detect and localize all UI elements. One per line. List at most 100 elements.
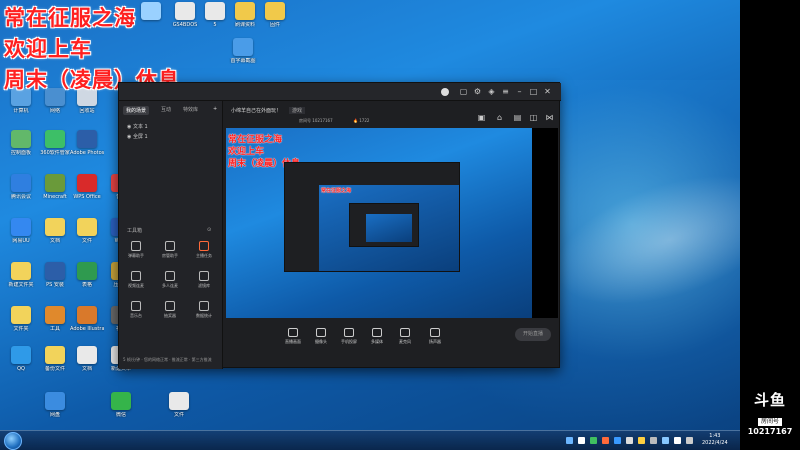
desktop-icon[interactable]: 首字幕截图 [226, 38, 260, 64]
desktop-icon[interactable]: 文件 [70, 218, 104, 244]
bottom-tool-item[interactable]: 麦克风 [394, 328, 416, 345]
avatar-icon[interactable] [441, 88, 449, 96]
bottom-tool-icon [372, 328, 382, 337]
scene-item-fullscreen[interactable]: ◉ 全屏 1 [127, 133, 148, 140]
desktop-icon-image [11, 306, 31, 324]
desktop-icon[interactable]: 控制面板 [4, 130, 38, 156]
toolbox-settings-icon[interactable]: ⊙ [207, 227, 211, 233]
tray-ime-icon[interactable] [686, 437, 693, 444]
desktop-icon[interactable]: 工具 [38, 306, 72, 332]
lock-icon[interactable]: ⌂ [495, 113, 504, 122]
skin-icon[interactable]: ◈ [487, 87, 496, 96]
tray-speaker-icon[interactable] [674, 437, 681, 444]
tool-item[interactable]: 房管助手 [159, 241, 181, 263]
bag-icon[interactable]: ◫ [529, 113, 538, 122]
gift-icon[interactable]: ▣ [477, 113, 486, 122]
share-icon[interactable]: ⋈ [545, 113, 554, 122]
tray-app-icon[interactable] [626, 437, 633, 444]
desktop-icon[interactable]: 固件 [258, 2, 292, 28]
tool-item[interactable]: 音乐台 [125, 301, 147, 323]
bottom-tool-item[interactable]: 多媒体 [366, 328, 388, 345]
tray-network-icon[interactable] [566, 437, 573, 444]
tool-item[interactable]: 多人连麦 [159, 271, 181, 293]
tray-app-icon[interactable] [602, 437, 609, 444]
desktop-icon[interactable]: WPS Office [70, 174, 104, 200]
desktop-icon[interactable]: 新建文件夹 [4, 262, 38, 288]
tray-volume-icon[interactable] [578, 437, 585, 444]
desktop-icon[interactable]: GS4BDOS [168, 2, 202, 28]
start-live-button[interactable]: 开始直播 [515, 328, 551, 341]
start-button[interactable] [4, 432, 22, 450]
tool-item[interactable]: 抽奖器 [159, 301, 181, 323]
taskbar-clock[interactable]: 1:43 2022/4/24 [702, 433, 728, 447]
overlay-line-2: 欢迎上车 [4, 37, 92, 61]
desktop-icon[interactable]: 表格 [70, 262, 104, 288]
tool-item[interactable]: 主播任务 [193, 241, 215, 263]
settings-icon[interactable]: ⚙ [473, 87, 482, 96]
desktop-icon[interactable]: 文档 [70, 346, 104, 372]
desktop-icon[interactable]: Adobe Illustrator [70, 306, 104, 332]
desktop-icon-image [77, 174, 97, 192]
desktop-icon[interactable]: PS 安装 [38, 262, 72, 288]
minimize-icon[interactable]: – [515, 87, 524, 96]
scene-item-text[interactable]: ◉ 文本 1 [127, 123, 148, 130]
tool-label: 多人连麦 [162, 283, 178, 288]
add-scene-icon[interactable]: + [213, 106, 217, 112]
overlay-line-1: 常在征服之海 [4, 6, 136, 30]
nested-app-window-2 [349, 203, 419, 247]
tool-item[interactable]: 数据统计 [193, 301, 215, 323]
tab-effects[interactable]: 特效库 [183, 106, 198, 113]
desktop-icon[interactable] [134, 2, 168, 22]
record-icon[interactable]: ▤ [513, 113, 522, 122]
maximize-icon[interactable]: □ [529, 87, 538, 96]
desktop-icon-image [265, 2, 285, 20]
bottom-tool-item[interactable]: 摄像头 [310, 328, 332, 345]
menu-icon[interactable]: ≡ [501, 87, 510, 96]
desktop-icon[interactable]: Adobe Photoshop [70, 130, 104, 156]
tray-app-icon[interactable] [590, 437, 597, 444]
tab-my-scenes[interactable]: 我的场景 [123, 106, 150, 115]
bottom-tool-item[interactable]: 直播画面 [282, 328, 304, 345]
desktop-icon-label: QQ [17, 366, 25, 372]
desktop-icon-image [45, 262, 65, 280]
desktop-icon-image [11, 262, 31, 280]
tray-app-icon[interactable] [662, 437, 669, 444]
desktop-icon[interactable]: 备份文件 [38, 346, 72, 372]
tray-app-icon[interactable] [650, 437, 657, 444]
tray-app-icon[interactable] [638, 437, 645, 444]
desktop-icon-label: 文件夹 [13, 326, 29, 332]
tool-label: 音乐台 [130, 313, 142, 318]
desktop-icon[interactable]: 微信 [104, 392, 138, 418]
desktop-icon[interactable]: 腾讯会议 [4, 174, 38, 200]
desktop-icon-image [77, 218, 97, 236]
desktop-icon[interactable]: 文件夹 [4, 306, 38, 332]
tool-item[interactable]: 弹幕助手 [125, 241, 147, 263]
taskbar: 1:43 2022/4/24 [0, 430, 740, 450]
tab-interaction[interactable]: 互动 [161, 106, 171, 113]
desktop-icon[interactable]: 网易UU [4, 218, 38, 244]
desktop-icon[interactable]: 文档 [38, 218, 72, 244]
message-icon[interactable]: ▢ [459, 87, 468, 96]
clock-date: 2022/4/24 [702, 440, 728, 446]
desktop-icon[interactable]: QQ [4, 346, 38, 372]
desktop-icon[interactable]: 刷课资料 [228, 2, 262, 28]
stream-title[interactable]: 小绵羊自己在外面玩！ [231, 107, 281, 114]
close-icon[interactable]: ✕ [543, 87, 552, 96]
tool-item[interactable]: 视频连麦 [125, 271, 147, 293]
bottom-tool-item[interactable]: 扬声器 [424, 328, 446, 345]
desktop-icon[interactable]: 360软件管家 [38, 130, 72, 156]
desktop-icon[interactable]: 文件 [162, 392, 196, 418]
tool-icon [131, 241, 141, 251]
desktop-icon[interactable]: Minecraft [38, 174, 72, 200]
tool-item[interactable]: 滤镜库 [193, 271, 215, 293]
desktop-icon[interactable]: 网盘 [38, 392, 72, 418]
desktop-icon[interactable]: 5 [198, 2, 232, 28]
tool-label: 视频连麦 [128, 283, 144, 288]
desktop-icon-label: 网盘 [49, 412, 60, 418]
tray-app-icon[interactable] [614, 437, 621, 444]
bottom-tool-label: 摄像头 [315, 339, 327, 344]
bottom-tool-label: 手机投屏 [341, 339, 357, 344]
desktop-icon-label: 回收站 [79, 108, 95, 114]
bottom-tool-item[interactable]: 手机投屏 [338, 328, 360, 345]
category-tag[interactable]: 游戏 [289, 107, 306, 114]
